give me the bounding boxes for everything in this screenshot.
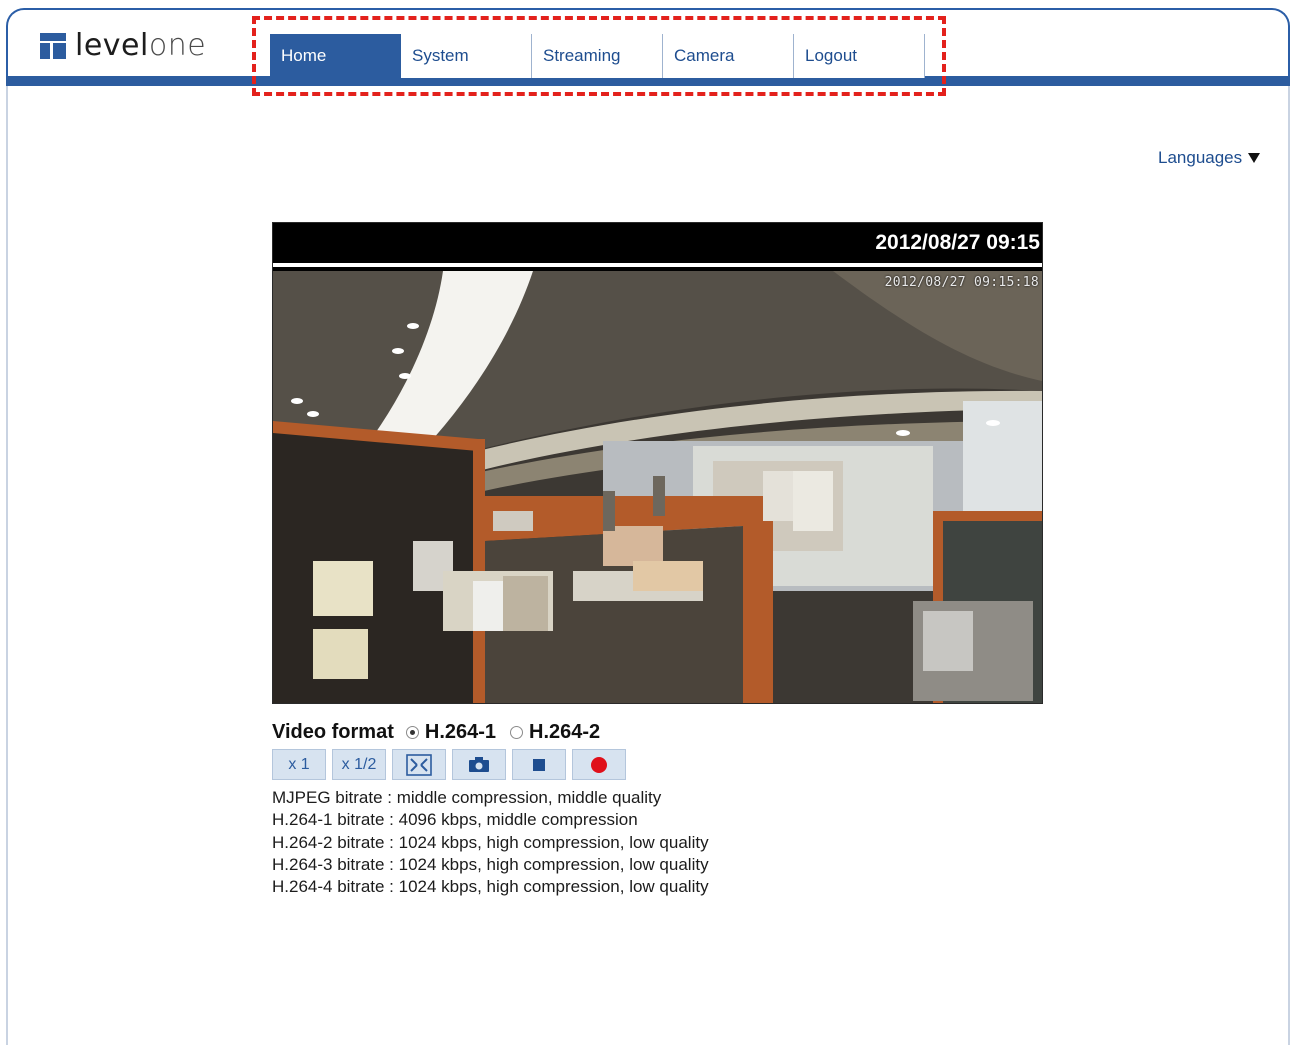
camera-feed-image xyxy=(273,271,1042,703)
logo-text-level: level xyxy=(75,28,149,63)
zoom-half-button[interactable]: x 1/2 xyxy=(332,749,386,780)
radio-checked-icon[interactable] xyxy=(405,726,419,739)
record-button[interactable] xyxy=(572,749,626,780)
format-option-label: H.264-2 xyxy=(529,721,601,743)
video-format-label: Video format xyxy=(272,721,394,743)
viewer-controls: x 1 x 1/2 xyxy=(272,749,632,780)
overlay-timestamp: 2012/08/27 09:15:18 xyxy=(884,275,1039,290)
languages-menu[interactable]: Languages xyxy=(1158,148,1261,168)
logo-mark-icon xyxy=(40,33,66,59)
bitrate-info: MJPEG bitrate : middle compression, midd… xyxy=(272,787,709,898)
timestamp-text: 2012/08/27 09:15 xyxy=(875,231,1040,254)
bitrate-line-h264-4: H.264-4 bitrate : 1024 kbps, high compre… xyxy=(272,877,709,897)
dropdown-arrow-icon xyxy=(1248,153,1261,163)
snapshot-button[interactable] xyxy=(452,749,506,780)
frame-left-border xyxy=(6,86,8,1045)
bitrate-line-h264-2: H.264-2 bitrate : 1024 kbps, high compre… xyxy=(272,832,709,852)
bitrate-line-mjpeg: MJPEG bitrate : middle compression, midd… xyxy=(272,788,662,807)
format-option-label: H.264-1 xyxy=(424,721,497,743)
nav-highlight-annotation xyxy=(252,16,946,96)
timestamp-bar: 2012/08/27 09:15 xyxy=(273,223,1042,267)
camera-icon xyxy=(469,756,489,772)
radio-unchecked-icon[interactable] xyxy=(510,726,524,739)
video-format-row: Video format H.264-1 H.264-2 xyxy=(272,721,614,744)
live-view: 2012/08/27 09:15 2012/08/27 09:15:18 xyxy=(272,222,1043,704)
logo-wordmark: levelone xyxy=(75,31,206,61)
bitrate-line-h264-3: H.264-3 bitrate : 1024 kbps, high compre… xyxy=(272,854,709,874)
format-option-h264-1[interactable]: H.264-1 xyxy=(405,721,497,744)
languages-label: Languages xyxy=(1158,148,1243,167)
stop-button[interactable] xyxy=(512,749,566,780)
bitrate-line-h264-1: H.264-1 bitrate : 4096 kbps, middle comp… xyxy=(272,810,638,830)
logo-text-one: one xyxy=(148,28,207,63)
format-option-h264-2[interactable]: H.264-2 xyxy=(510,721,600,744)
fullscreen-button[interactable] xyxy=(392,749,446,780)
stop-icon xyxy=(533,758,545,771)
camera-feed: 2012/08/27 09:15:18 xyxy=(273,271,1042,703)
record-icon xyxy=(591,756,607,773)
zoom-x1-button[interactable]: x 1 xyxy=(272,749,326,780)
levelone-logo: levelone xyxy=(40,30,206,62)
fullscreen-icon xyxy=(406,753,432,776)
